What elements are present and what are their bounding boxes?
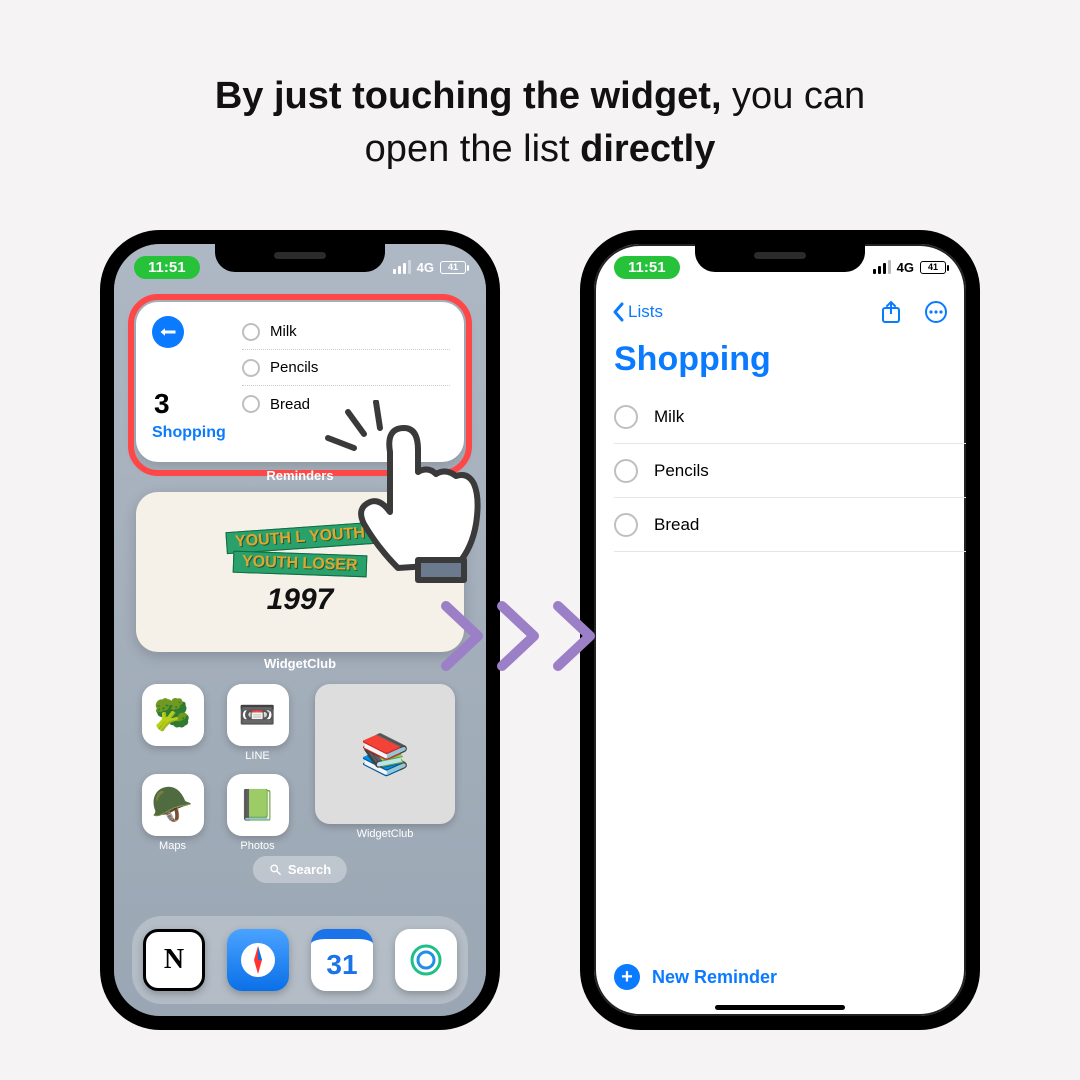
dock: N 31 (132, 916, 468, 1004)
chevron-left-icon (612, 302, 624, 322)
nav-bar: Lists (594, 292, 966, 332)
reminders-count: 3 (154, 388, 170, 420)
reminders-widget-item[interactable]: Pencils (242, 350, 450, 386)
power-button[interactable] (498, 434, 500, 524)
home-indicator[interactable] (715, 1005, 845, 1010)
dock-app-safari[interactable] (227, 929, 289, 991)
volume-down-button[interactable] (100, 499, 102, 557)
list-title: Shopping (614, 340, 771, 379)
checkbox-icon[interactable] (614, 459, 638, 483)
app-icon[interactable]: 📗Photos (221, 774, 294, 852)
volume-up-button[interactable] (580, 429, 582, 487)
checkbox-icon[interactable] (242, 323, 260, 341)
compass-icon (238, 940, 278, 980)
app-icon[interactable]: 📼LINE (221, 684, 294, 762)
battery-icon: 41 (920, 261, 946, 274)
transition-arrows (440, 600, 600, 672)
spotlight-search[interactable]: Search (253, 856, 347, 883)
widget-caption: WidgetClub (114, 656, 486, 671)
signal-icon (873, 260, 891, 274)
dock-app-calendar[interactable]: 31 (311, 929, 373, 991)
chevron-right-icon (496, 600, 544, 672)
reminders-list-icon (152, 316, 184, 348)
checkbox-icon[interactable] (614, 513, 638, 537)
more-icon[interactable] (924, 300, 948, 324)
signal-icon (393, 260, 411, 274)
volume-down-button[interactable] (580, 499, 582, 557)
reminder-row[interactable]: Milk (614, 390, 966, 444)
status-time: 11:51 (614, 256, 680, 279)
reminder-row[interactable]: Pencils (614, 444, 966, 498)
knot-icon (407, 941, 445, 979)
reminder-row[interactable]: Bread (614, 498, 966, 552)
new-reminder-button[interactable]: + New Reminder (614, 964, 777, 990)
reminders-list-name: Shopping (152, 424, 226, 442)
reminders-list: Milk Pencils Bread (614, 390, 966, 552)
dock-app-notion[interactable]: N (143, 929, 205, 991)
chevron-right-icon (440, 600, 488, 672)
phone-reminders-app: 11:51 4G 41 Lists Shopping (580, 230, 980, 1030)
silence-switch[interactable] (580, 374, 582, 408)
widgetclub-widget-small[interactable]: 📚WidgetClub (306, 684, 464, 852)
network-label: 4G (897, 260, 914, 275)
share-icon[interactable] (880, 300, 902, 324)
app-icon[interactable]: 🪖Maps (136, 774, 209, 852)
tap-gesture-icon (320, 400, 490, 590)
volume-up-button[interactable] (100, 429, 102, 487)
checkbox-icon[interactable] (242, 395, 260, 413)
search-icon (269, 863, 282, 876)
back-button[interactable]: Lists (612, 302, 663, 322)
battery-icon: 41 (440, 261, 466, 274)
dock-app-chatgpt[interactable] (395, 929, 457, 991)
status-time: 11:51 (134, 256, 200, 279)
reminders-widget-item[interactable]: Milk (242, 314, 450, 350)
silence-switch[interactable] (100, 374, 102, 408)
status-bar: 11:51 4G 41 (594, 250, 966, 284)
app-grid: 🥦 📼LINE 📚WidgetClub 🪖Maps 📗Photos (136, 684, 464, 852)
checkbox-icon[interactable] (242, 359, 260, 377)
app-icon[interactable]: 🥦 (136, 684, 209, 762)
checkbox-icon[interactable] (614, 405, 638, 429)
plus-icon: + (614, 964, 640, 990)
network-label: 4G (417, 260, 434, 275)
chevron-right-icon (552, 600, 600, 672)
status-bar: 11:51 4G 41 (114, 250, 486, 284)
headline: By just touching the widget, you can ope… (0, 0, 1080, 176)
power-button[interactable] (978, 434, 980, 524)
